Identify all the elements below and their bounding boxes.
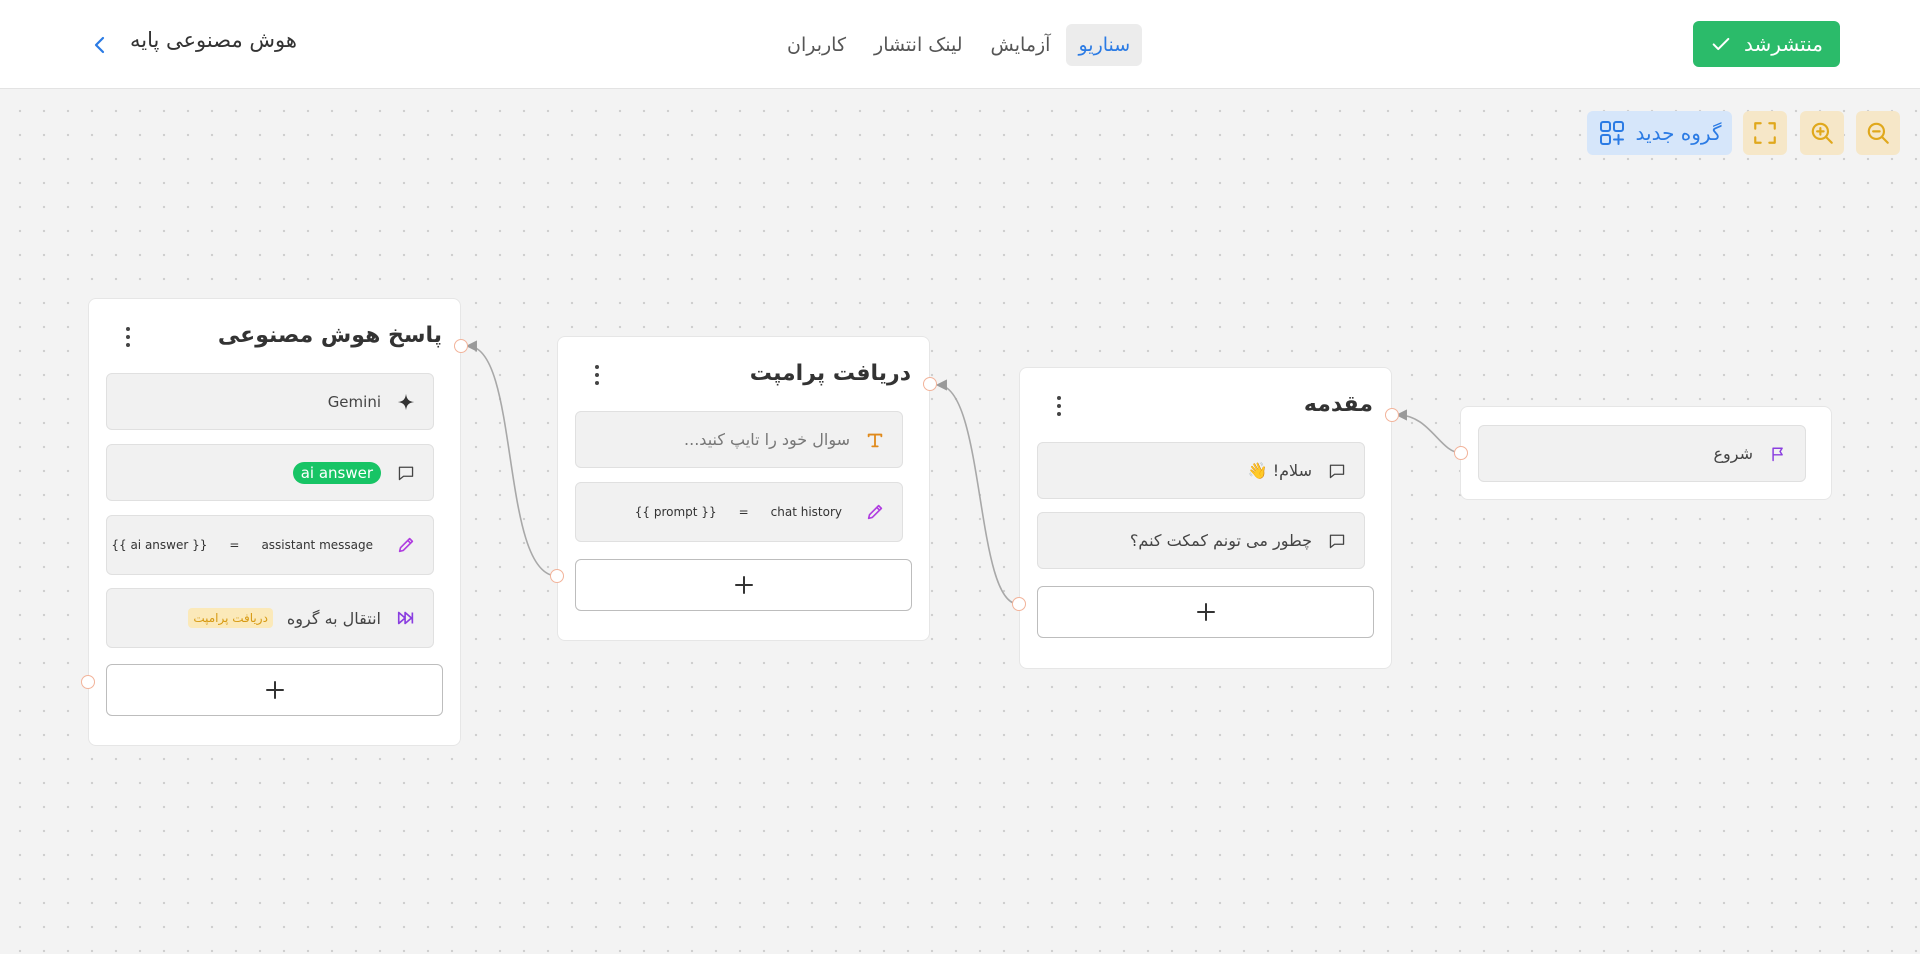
publish-label: منتشرشد (1744, 32, 1823, 56)
port-ai-in[interactable] (454, 339, 468, 353)
bot-title: هوش مصنوعی پایه (130, 28, 297, 52)
group-start[interactable]: شروع (1460, 406, 1832, 500)
check-icon (1712, 37, 1730, 51)
plus-icon (1196, 603, 1215, 621)
model-name: Gemini (327, 392, 381, 411)
port-prompt-in[interactable] (923, 377, 937, 391)
block-gemini[interactable]: Gemini (106, 373, 434, 430)
message-text: سلام! 👋 (1247, 461, 1312, 480)
top-header: منتشرشد سناریو آزمایش لینک انتشار کاربرا… (0, 0, 1920, 89)
message-text: چطور می تونم کمکت کنم؟ (1129, 531, 1312, 550)
tab-scenario[interactable]: سناریو (1066, 24, 1143, 66)
equals-sign: = (738, 505, 749, 519)
group-title-prompt: دریافت پرامپت (749, 361, 911, 386)
block-set-variable[interactable]: chat history = {{ prompt }} (575, 482, 903, 542)
zoom-in-icon (1811, 122, 1833, 144)
zoom-out-icon (1867, 122, 1889, 144)
flag-icon (1767, 443, 1789, 465)
block-jump-to-group[interactable]: انتقال به گروه دریافت پرامپت (106, 588, 434, 648)
tab-test[interactable]: آزمایش (979, 24, 1063, 66)
zoom-in-button[interactable] (1800, 111, 1844, 155)
group-title-ai: پاسخ هوش مصنوعی (217, 323, 442, 348)
input-placeholder: سوال خود را تایپ کنید... (684, 430, 850, 449)
block-set-variable[interactable]: assistant message = {{ ai answer }} (106, 515, 434, 575)
block-message-help[interactable]: چطور می تونم کمکت کنم؟ (1037, 512, 1365, 569)
target-group-badge: دریافت پرامپت (188, 608, 273, 628)
message-icon (1326, 530, 1348, 552)
group-prompt[interactable]: دریافت پرامپت سوال خود را تایپ کنید... c… (557, 336, 930, 641)
pencil-icon (395, 534, 417, 556)
variable-name: chat history (770, 505, 842, 519)
zoom-out-button[interactable] (1856, 111, 1900, 155)
block-message-ai-answer[interactable]: ai answer (106, 444, 434, 501)
port-intro-in[interactable] (1385, 408, 1399, 422)
group-title-intro: مقدمه (1303, 392, 1373, 417)
add-group-icon (1599, 121, 1624, 145)
main-tabs: سناریو آزمایش لینک انتشار کاربران (775, 22, 1143, 68)
message-icon (395, 462, 417, 484)
message-icon (1326, 460, 1348, 482)
add-block-button[interactable] (1037, 586, 1374, 638)
more-menu-icon[interactable] (124, 327, 132, 349)
jump-icon (395, 607, 417, 629)
start-label: شروع (1713, 444, 1753, 463)
more-menu-icon[interactable] (1055, 396, 1063, 418)
variable-value: {{ ai answer }} (111, 538, 208, 552)
port-prompt-out[interactable] (550, 569, 564, 583)
port-intro-out[interactable] (1012, 597, 1026, 611)
block-text-input[interactable]: سوال خود را تایپ کنید... (575, 411, 903, 468)
publish-button[interactable]: منتشرشد (1693, 21, 1840, 67)
new-group-label: گروه جدید (1635, 121, 1722, 145)
block-start[interactable]: شروع (1478, 425, 1806, 482)
plus-icon (265, 681, 284, 699)
pencil-icon (864, 501, 886, 523)
jump-label: انتقال به گروه (286, 608, 381, 628)
variable-badge: ai answer (292, 461, 381, 484)
tab-publish-link[interactable]: لینک انتشار (862, 24, 975, 66)
more-menu-icon[interactable] (593, 365, 601, 387)
add-block-button[interactable] (575, 559, 912, 611)
sparkle-icon (395, 391, 417, 413)
variable-value: {{ prompt }} (634, 505, 717, 519)
port-ai-out[interactable] (81, 675, 95, 689)
fullscreen-icon (1754, 122, 1776, 144)
fit-view-button[interactable] (1743, 111, 1787, 155)
group-intro[interactable]: مقدمه سلام! 👋 چطور می تونم کمکت کنم؟ (1019, 367, 1392, 669)
group-ai-answer[interactable]: پاسخ هوش مصنوعی Gemini ai answer assista… (88, 298, 461, 746)
text-input-icon (864, 429, 886, 451)
new-group-button[interactable]: گروه جدید (1587, 111, 1732, 155)
port-start-out[interactable] (1454, 446, 1468, 460)
tab-users[interactable]: کاربران (775, 24, 858, 66)
variable-name: assistant message (261, 538, 373, 552)
equals-sign: = (229, 538, 240, 552)
chevron-left-icon[interactable] (90, 34, 110, 56)
plus-icon (734, 576, 753, 594)
add-block-button[interactable] (106, 664, 443, 716)
block-message-hello[interactable]: سلام! 👋 (1037, 442, 1365, 499)
